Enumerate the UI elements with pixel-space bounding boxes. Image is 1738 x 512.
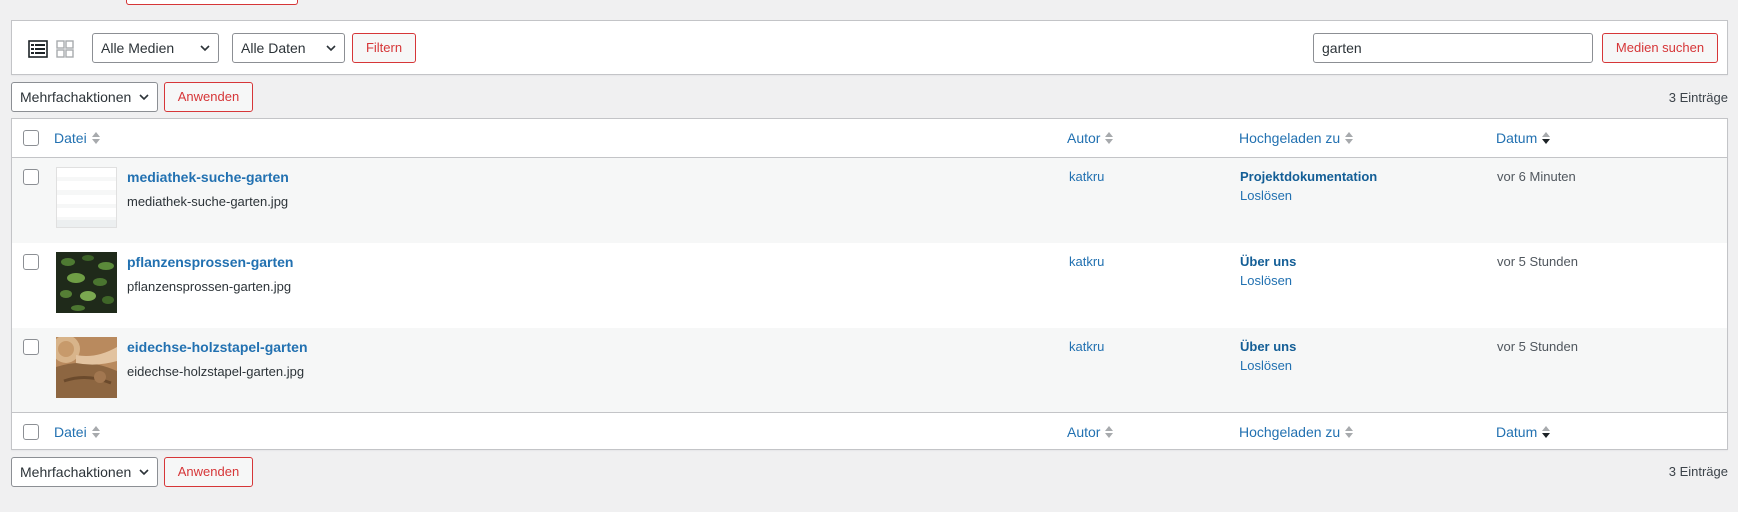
- chevron-down-icon: [326, 45, 336, 52]
- column-footer-uploaded-to[interactable]: Hochgeladen zu: [1239, 424, 1354, 440]
- bulk-actions-value: Mehrfachaktionen: [20, 464, 132, 480]
- media-filename: eidechse-holzstapel-garten.jpg: [127, 364, 305, 379]
- author-link[interactable]: katkru: [1069, 254, 1104, 269]
- column-label: Datum: [1496, 424, 1538, 440]
- column-footer-author[interactable]: Autor: [1067, 424, 1114, 440]
- column-header-uploaded-to[interactable]: Hochgeladen zu: [1239, 130, 1354, 146]
- plant-sprouts-thumbnail[interactable]: [56, 252, 117, 313]
- column-label: Autor: [1067, 130, 1101, 146]
- sort-desc-icon: [1542, 132, 1551, 144]
- media-title-link[interactable]: eidechse-holzstapel-garten: [127, 339, 308, 355]
- parent-page-link[interactable]: Über uns: [1240, 339, 1296, 354]
- grid-view-icon[interactable]: [55, 39, 75, 59]
- chevron-down-icon: [200, 45, 210, 52]
- column-label: Hochgeladen zu: [1239, 130, 1341, 146]
- sort-icon: [1345, 132, 1354, 144]
- sort-icon: [91, 426, 100, 438]
- item-count-bottom: 3 Einträge: [1668, 464, 1728, 479]
- media-filename: mediathek-suche-garten.jpg: [127, 194, 289, 209]
- column-label: Datei: [54, 424, 87, 440]
- select-all-checkbox-footer[interactable]: [23, 424, 39, 440]
- bulk-actions-select-bottom[interactable]: Mehrfachaktionen: [11, 457, 158, 487]
- media-title-link[interactable]: pflanzensprossen-garten: [127, 254, 293, 270]
- column-header-author[interactable]: Autor: [1067, 130, 1114, 146]
- media-table: Datei Autor Hochgeladen zu Datum mediath…: [11, 118, 1728, 450]
- row-checkbox[interactable]: [23, 169, 39, 185]
- item-count-top: 3 Einträge: [1668, 90, 1728, 105]
- column-label: Datei: [54, 130, 87, 146]
- select-all-checkbox[interactable]: [23, 130, 39, 146]
- column-header-date[interactable]: Datum: [1496, 130, 1551, 146]
- date-value: Alle Daten: [241, 40, 306, 56]
- sort-desc-icon: [1542, 426, 1551, 438]
- parent-page-link[interactable]: Projektdokumentation: [1240, 169, 1377, 184]
- row-checkbox[interactable]: [23, 339, 39, 355]
- table-footer: Datei Autor Hochgeladen zu Datum: [12, 412, 1727, 451]
- detach-link[interactable]: Loslösen: [1240, 358, 1292, 373]
- detach-link[interactable]: Loslösen: [1240, 188, 1292, 203]
- detach-link[interactable]: Loslösen: [1240, 273, 1292, 288]
- chevron-down-icon: [139, 469, 149, 476]
- table-header: Datei Autor Hochgeladen zu Datum: [12, 119, 1727, 158]
- media-type-value: Alle Medien: [101, 40, 175, 56]
- search-input[interactable]: [1313, 33, 1593, 63]
- column-label: Autor: [1067, 424, 1101, 440]
- author-link[interactable]: katkru: [1069, 169, 1104, 184]
- media-title-link[interactable]: mediathek-suche-garten: [127, 169, 289, 185]
- sort-icon: [91, 132, 100, 144]
- previous-button-edge: [126, 0, 298, 5]
- row-checkbox[interactable]: [23, 254, 39, 270]
- author-link[interactable]: katkru: [1069, 339, 1104, 354]
- sort-icon: [1105, 426, 1114, 438]
- upload-date: vor 5 Stunden: [1497, 339, 1578, 354]
- lizard-woodpile-thumbnail[interactable]: [56, 337, 117, 398]
- media-type-select[interactable]: Alle Medien: [92, 33, 219, 63]
- chevron-down-icon: [139, 94, 149, 101]
- bulk-actions-value: Mehrfachaktionen: [20, 89, 132, 105]
- column-footer-date[interactable]: Datum: [1496, 424, 1551, 440]
- apply-button-top[interactable]: Anwenden: [164, 82, 253, 112]
- media-filter-bar: Alle Medien Alle Daten Filtern Medien su…: [11, 20, 1728, 75]
- screenshot-thumbnail[interactable]: [56, 167, 117, 228]
- column-label: Hochgeladen zu: [1239, 424, 1341, 440]
- date-select[interactable]: Alle Daten: [232, 33, 345, 63]
- filter-button[interactable]: Filtern: [352, 33, 416, 63]
- bulk-actions-select-top[interactable]: Mehrfachaktionen: [11, 82, 158, 112]
- list-view-icon[interactable]: [28, 39, 48, 59]
- parent-page-link[interactable]: Über uns: [1240, 254, 1296, 269]
- table-row: mediathek-suche-garten mediathek-suche-g…: [12, 158, 1727, 243]
- table-row: eidechse-holzstapel-garten eidechse-holz…: [12, 328, 1727, 413]
- upload-date: vor 5 Stunden: [1497, 254, 1578, 269]
- apply-button-bottom[interactable]: Anwenden: [164, 457, 253, 487]
- search-media-button[interactable]: Medien suchen: [1602, 33, 1718, 63]
- column-label: Datum: [1496, 130, 1538, 146]
- media-filename: pflanzensprossen-garten.jpg: [127, 279, 292, 294]
- sort-icon: [1345, 426, 1354, 438]
- column-header-file[interactable]: Datei: [54, 130, 101, 146]
- upload-date: vor 6 Minuten: [1497, 169, 1576, 184]
- table-row: pflanzensprossen-garten pflanzensprossen…: [12, 243, 1727, 328]
- sort-icon: [1105, 132, 1114, 144]
- column-footer-file[interactable]: Datei: [54, 424, 101, 440]
